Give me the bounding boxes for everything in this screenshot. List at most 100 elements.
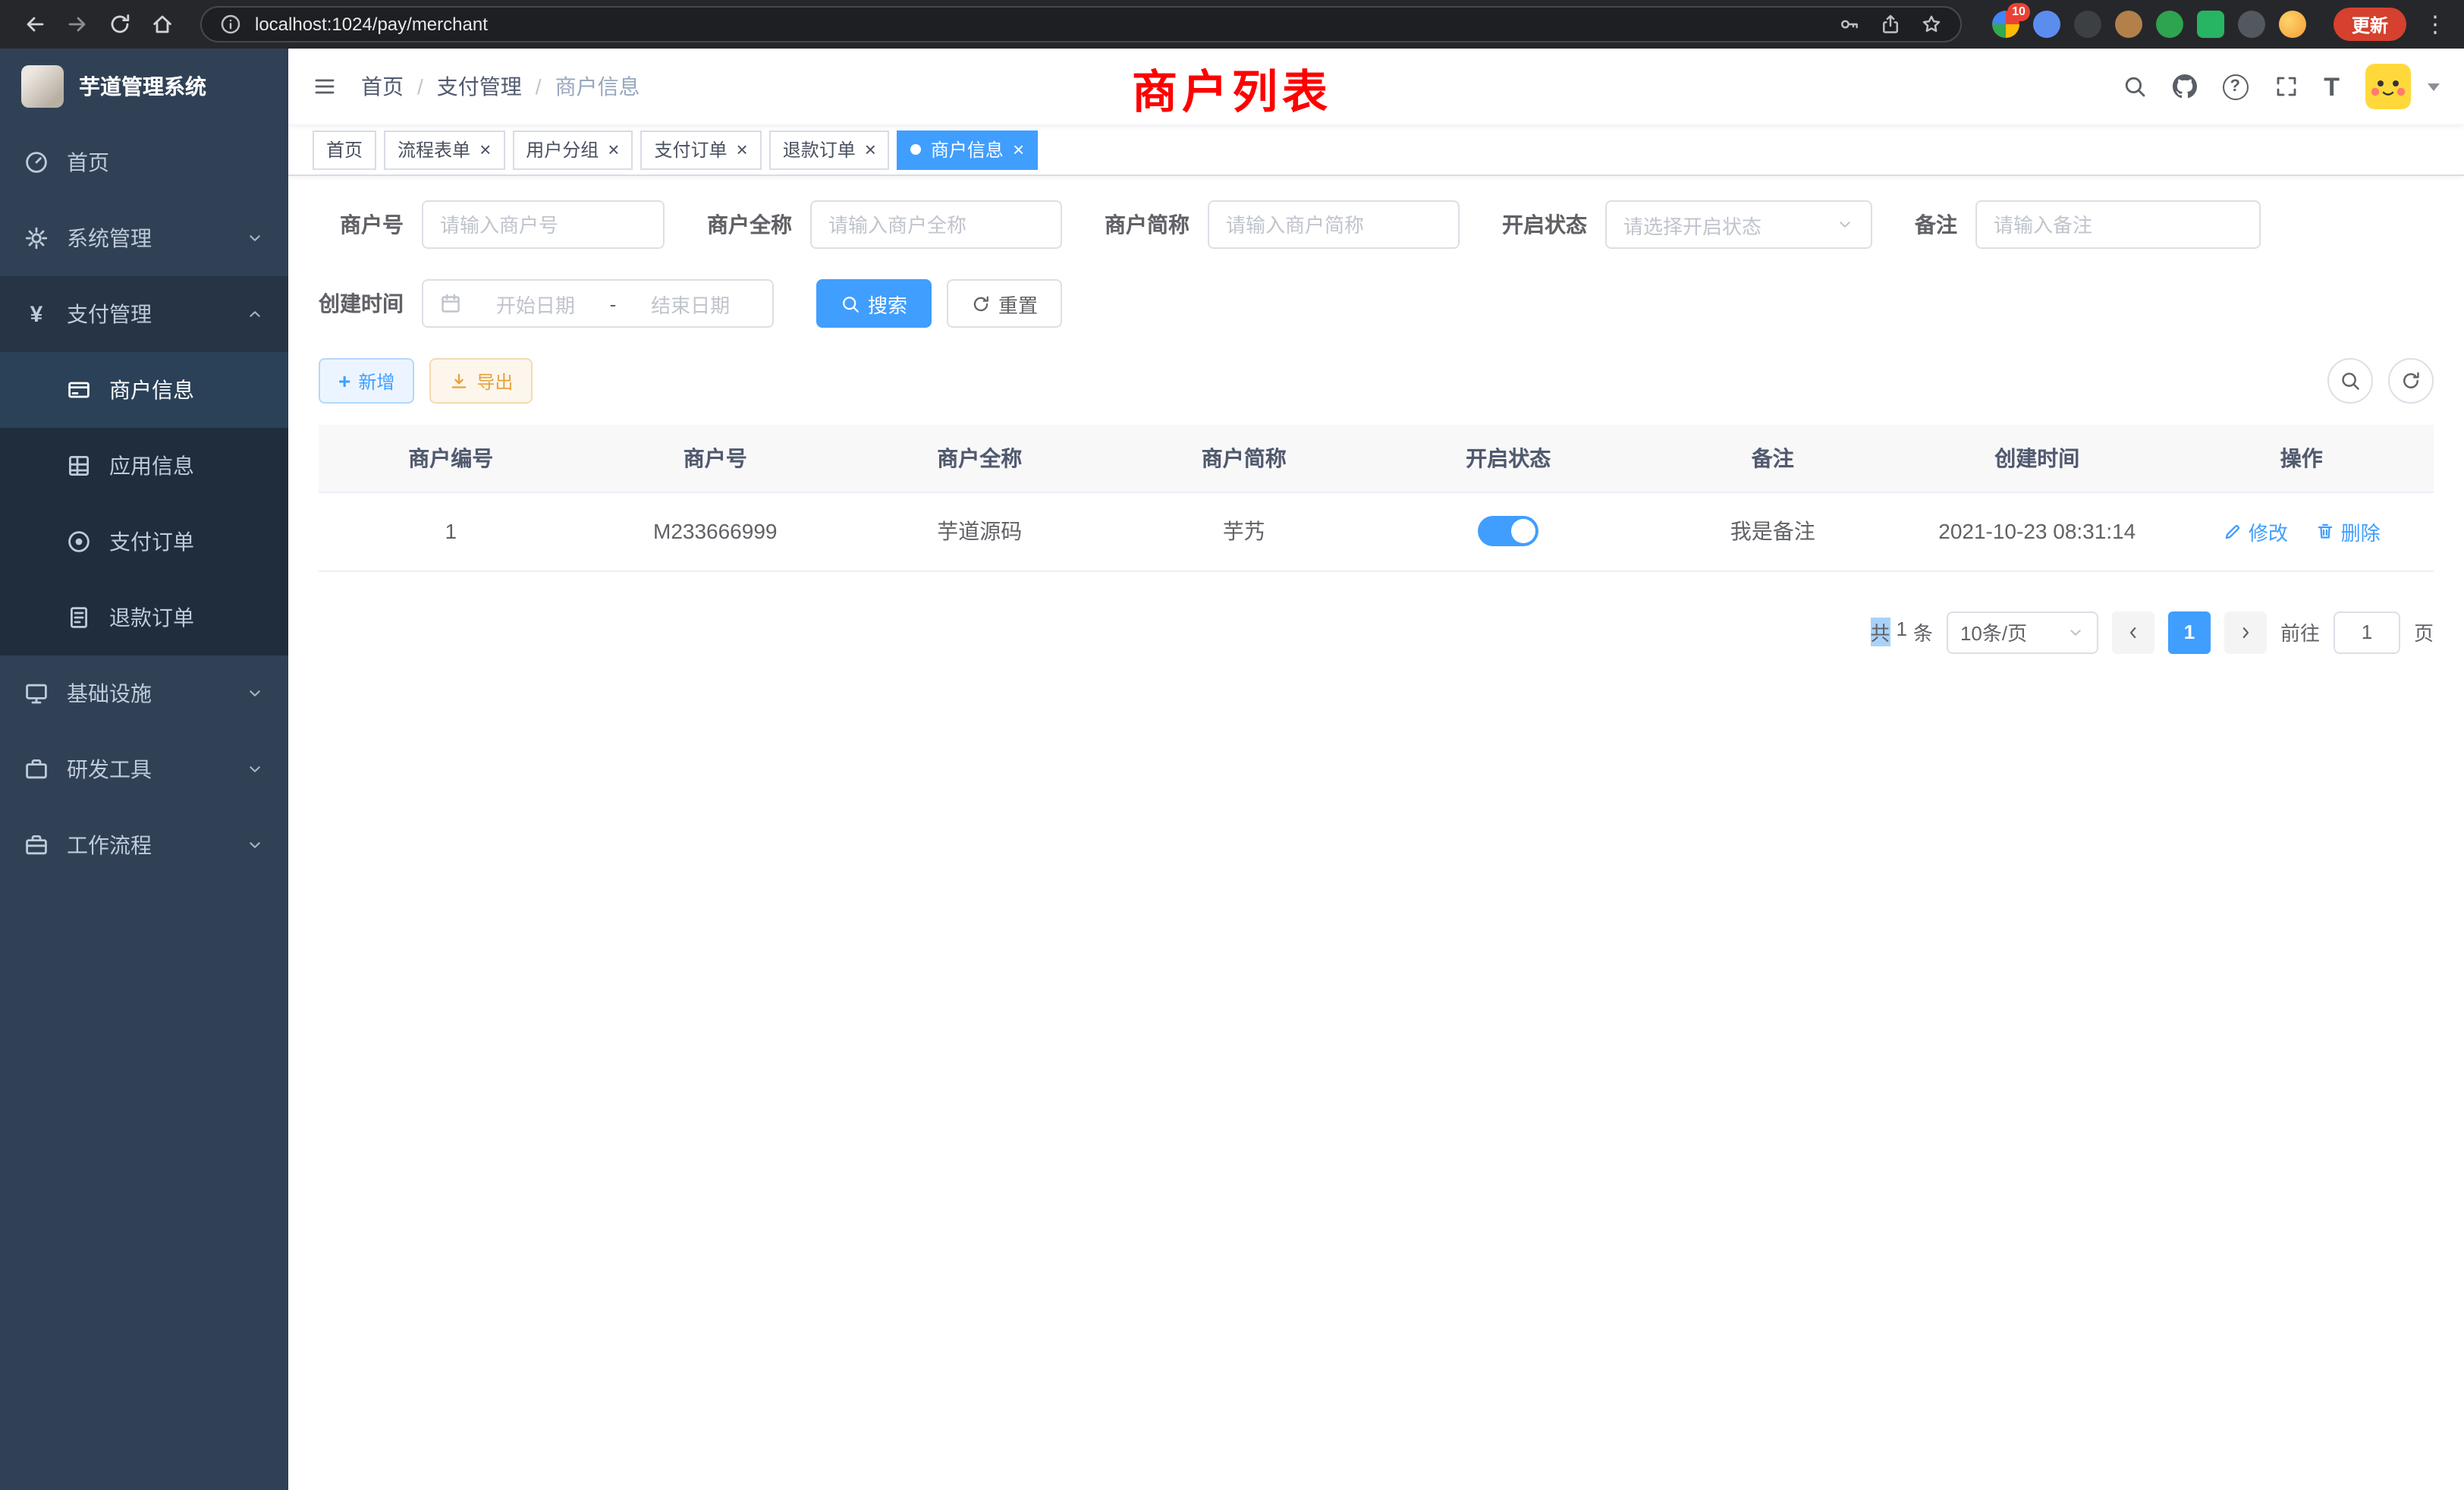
page-number-button[interactable]: 1 [2168,611,2211,653]
sidebar-item-pay-order[interactable]: 支付订单 [0,504,288,580]
tab-home[interactable]: 首页 [313,130,376,169]
sidebar-item-merchant-info[interactable]: 商户信息 [0,352,288,428]
extension-icon-7[interactable] [2238,11,2265,38]
goto-page-input[interactable] [2334,611,2400,653]
breadcrumb-separator: / [417,74,423,99]
fullscreen-icon[interactable] [2274,74,2298,99]
tab-user-group[interactable]: 用户分组 × [512,130,633,169]
page-number: 1 [2184,621,2195,643]
delete-link[interactable]: 删除 [2315,517,2381,545]
export-button[interactable]: 导出 [429,358,533,404]
breadcrumb-item[interactable]: 支付管理 [437,71,522,102]
refresh-button[interactable] [2388,358,2434,404]
filter-label: 商户全称 [707,209,810,240]
merchant-no-input[interactable] [440,213,646,236]
help-icon[interactable]: ? [2222,74,2248,99]
close-icon[interactable]: × [737,139,748,159]
reset-button-label: 重置 [998,289,1038,318]
bookmark-star-icon[interactable] [1921,14,1942,35]
short-name-input[interactable] [1226,213,1441,236]
add-button[interactable]: + 新增 [319,358,414,404]
extension-icon-6[interactable] [2197,11,2224,38]
tab-pay-order[interactable]: 支付订单 × [640,130,761,169]
toggle-search-button[interactable] [2327,358,2373,404]
font-size-icon[interactable]: T [2324,74,2340,99]
tab-process-form[interactable]: 流程表单 × [384,130,504,169]
sidebar-item-system[interactable]: 系统管理 [0,200,288,276]
breadcrumb-item[interactable]: 首页 [361,71,404,102]
status-toggle[interactable] [1478,516,1538,546]
record-circle-icon [67,530,91,554]
forward-button[interactable] [58,5,97,44]
export-button-label: 导出 [476,368,513,394]
sidebar: 芋道管理系统 首页 系统管理 ¥ 支付管理 [0,49,288,1490]
user-avatar[interactable] [2365,64,2411,109]
key-icon[interactable] [1839,14,1860,35]
menu-fold-icon[interactable] [313,74,337,99]
update-button[interactable]: 更新 [2334,8,2406,41]
edit-link[interactable]: 修改 [2223,517,2288,545]
date-range-input[interactable]: 开始日期 - 结束日期 [422,279,774,328]
cell-status [1376,492,1641,571]
filter-label: 商户号 [319,209,422,240]
next-page-button[interactable] [2224,611,2267,653]
sidebar-item-infrastructure[interactable]: 基础设施 [0,655,288,731]
total-number: 1 [1896,618,1906,646]
chevron-down-icon [246,684,264,703]
site-info-icon[interactable] [220,14,241,35]
address-bar[interactable]: localhost:1024/pay/merchant [200,6,1962,42]
sidebar-item-home[interactable]: 首页 [0,124,288,200]
github-icon[interactable] [2172,74,2196,99]
prev-page-button[interactable] [2112,611,2154,653]
search-button[interactable]: 搜索 [816,279,932,328]
sidebar-menu: 首页 系统管理 ¥ 支付管理 商户信息 [0,124,288,883]
app-frame: 芋道管理系统 首页 系统管理 ¥ 支付管理 [0,49,2464,1490]
yen-icon: ¥ [24,303,49,325]
trash-icon [2315,521,2335,541]
app-logo[interactable]: 芋道管理系统 [0,49,288,124]
extension-icon-3[interactable] [2074,11,2101,38]
share-icon[interactable] [1880,14,1901,35]
goto-unit: 页 [2414,618,2434,646]
profile-avatar[interactable] [2279,11,2306,38]
extension-icon-5[interactable] [2156,11,2183,38]
close-icon[interactable]: × [1013,139,1024,159]
sidebar-item-refund-order[interactable]: 退款订单 [0,580,288,655]
close-icon[interactable]: × [479,139,491,159]
back-button[interactable] [15,5,55,44]
select-placeholder: 请选择开启状态 [1623,210,1762,239]
sidebar-item-workflow[interactable]: 工作流程 [0,807,288,883]
reload-button[interactable] [100,5,140,44]
close-icon[interactable]: × [865,139,876,159]
browser-menu-icon[interactable]: ⋮ [2422,11,2449,38]
calendar-icon [440,293,461,314]
col-merchant-no: 商户号 [583,425,848,492]
status-select[interactable]: 请选择开启状态 [1605,200,1872,249]
remark-input[interactable] [1994,213,2242,236]
caret-down-icon[interactable] [2428,83,2440,90]
sidebar-item-payment[interactable]: ¥ 支付管理 [0,276,288,352]
top-navbar: 首页 / 支付管理 / 商户信息 ? T [288,49,2464,124]
sidebar-item-app-info[interactable]: 应用信息 [0,428,288,504]
tab-label: 退款订单 [783,137,856,162]
extension-icon-1[interactable]: 10 [1992,11,2019,38]
full-name-input[interactable] [828,213,1044,236]
tab-refund-order[interactable]: 退款订单 × [769,130,890,169]
page-size-select[interactable]: 10条/页 [1947,611,2098,653]
col-merchant-id: 商户编号 [319,425,583,492]
extension-icon-2[interactable] [2033,11,2060,38]
close-icon[interactable]: × [608,139,619,159]
sidebar-item-dev-tools[interactable]: 研发工具 [0,731,288,807]
search-icon[interactable] [2122,74,2146,99]
extension-icon-4[interactable] [2115,11,2142,38]
col-short-name: 商户简称 [1112,425,1377,492]
home-button[interactable] [143,5,182,44]
briefcase-icon [24,833,49,857]
table-row: 1 M233666999 芋道源码 芋艿 我是备注 2021-10-23 08:… [319,492,2434,571]
tab-merchant-info[interactable]: 商户信息 × [897,130,1038,169]
filter-remark: 备注 [1915,200,2261,249]
goto-label: 前往 [2280,618,2320,646]
reset-button[interactable]: 重置 [947,279,1062,328]
cell-merchant-id: 1 [319,492,583,571]
extensions-area: 10 [1992,11,2306,38]
